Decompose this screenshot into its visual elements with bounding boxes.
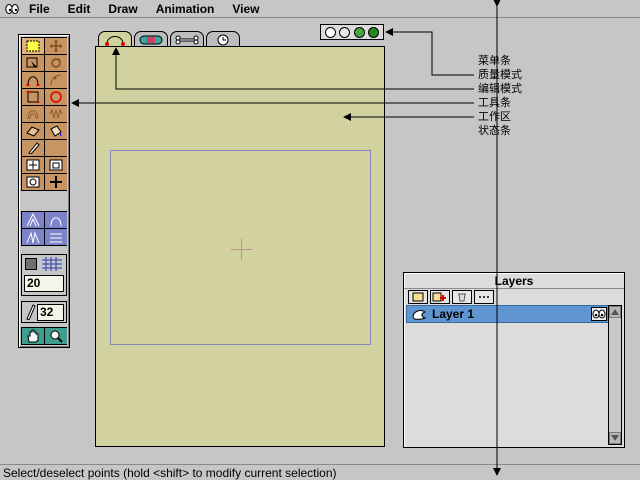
grid-settings-box: 20 [21,254,67,296]
oval-icon[interactable] [45,89,67,105]
layers-title[interactable]: Layers [404,273,624,289]
plus-icon[interactable] [45,174,67,190]
scroll-up-icon[interactable] [609,306,621,318]
vector-layer-icon [412,310,427,320]
new-layer-button[interactable] [408,290,428,304]
layers-toolbar [404,289,624,305]
rotate-layer-icon[interactable] [22,174,44,190]
translate-icon[interactable] [22,157,44,173]
pencil-icon[interactable] [22,140,44,156]
hand-icon[interactable] [22,328,44,344]
quality-mode-2-button[interactable] [339,26,351,38]
scroll-down-icon[interactable] [609,432,621,444]
menu-file[interactable]: File [29,0,50,18]
annotation-quality-mode-label: 质量模式 [478,68,522,81]
menu-bar: File Edit Draw Animation View [0,0,640,18]
rotate-icon[interactable] [45,55,67,71]
arch-icon[interactable] [22,106,44,122]
quality-mode-4-button[interactable] [368,26,380,38]
annotation-workarea-label: 工作区 [478,110,511,123]
rectangle-icon[interactable] [22,89,44,105]
annotation-toolbar-label: 工具条 [478,96,511,109]
menu-draw[interactable]: Draw [108,0,137,18]
empty-tool-slot [45,140,67,156]
scale-icon[interactable] [45,157,67,173]
pan-icon[interactable] [45,38,67,54]
layers-scrollbar[interactable] [608,305,622,445]
visibility-eye-icon[interactable] [591,307,607,321]
status-bar: Select/deselect points (hold <shift> to … [0,464,640,480]
layer-name: Layer 1 [432,307,475,321]
bone-select-icon[interactable] [22,212,44,228]
view-tools-group [21,327,67,345]
grid-icon[interactable] [42,257,62,274]
toolbar: 20 32 [18,34,70,348]
layer-row[interactable]: Layer 1 [406,305,610,323]
duplicate-layer-button[interactable] [430,290,450,304]
grid-color-swatch[interactable] [25,258,37,270]
draw-tools-group [21,37,67,191]
brush-size-field[interactable]: 32 [37,304,64,321]
curve-icon[interactable] [22,72,44,88]
brush-settings-box: 32 [21,301,67,323]
quality-mode-3-button[interactable] [353,26,365,38]
delete-layer-button[interactable] [452,290,472,304]
time-tab[interactable] [206,31,240,47]
bone-reparent-icon[interactable] [22,229,44,245]
select-icon[interactable] [22,38,44,54]
eraser-icon[interactable] [22,123,44,139]
add-point-icon[interactable] [45,72,67,88]
quality-mode-1-button[interactable] [324,26,336,38]
layers-panel: Layers Layer 1 [403,272,625,448]
bone-add-icon[interactable] [45,212,67,228]
brush-icon [24,304,36,323]
menu-animation[interactable]: Animation [156,0,215,18]
app-logo-icon[interactable] [3,0,21,18]
wave-icon[interactable] [45,106,67,122]
bone-tools-group [21,211,67,246]
quality-mode-bar [320,24,384,40]
annotation-statusbar-label: 状态条 [478,124,511,137]
origin-crosshair-icon [231,239,252,260]
layer-options-button[interactable] [474,290,494,304]
bone-strength-icon[interactable] [45,229,67,245]
zoom-icon[interactable] [45,328,67,344]
color-tab[interactable] [134,31,168,47]
menu-edit[interactable]: Edit [68,0,91,18]
menu-view[interactable]: View [232,0,259,18]
annotation-menubar-label: 菜单条 [478,54,511,67]
grid-size-field[interactable]: 20 [24,275,64,292]
annotation-edit-mode-label: 编辑模式 [478,82,522,95]
work-area[interactable] [95,46,385,447]
fill-icon[interactable] [45,123,67,139]
bone-tab[interactable] [170,31,204,47]
subselect-icon[interactable] [22,55,44,71]
stage-frame [110,150,371,345]
